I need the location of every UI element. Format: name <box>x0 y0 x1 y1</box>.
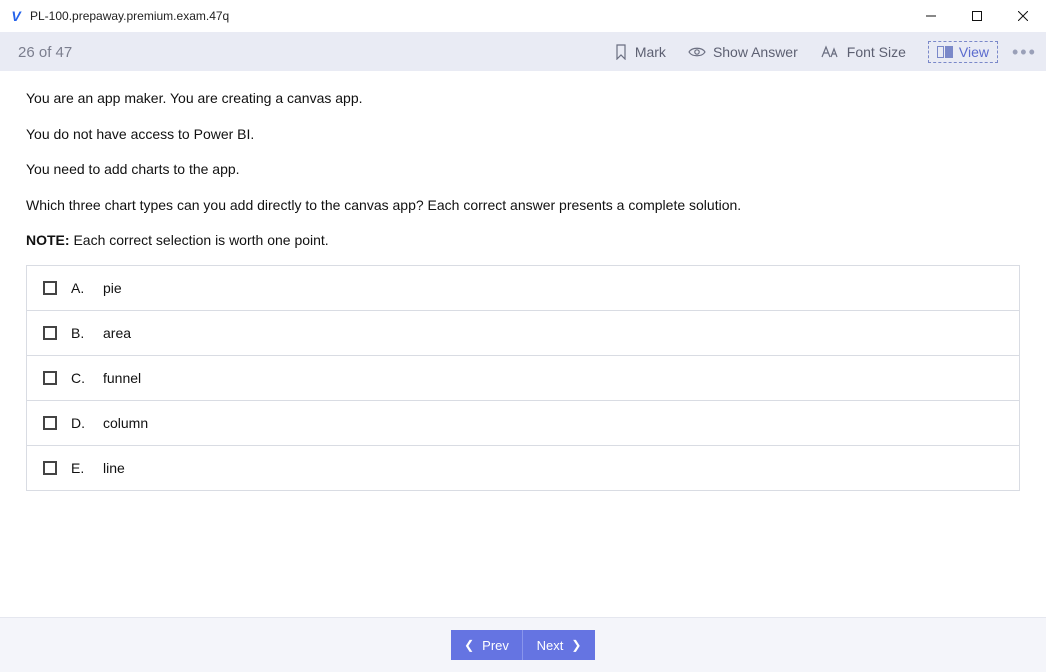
toolbar: 26 of 47 Mark Show Answer Font Size View… <box>0 32 1046 71</box>
footer-nav: ❮ Prev Next ❯ <box>0 617 1046 672</box>
font-size-button[interactable]: Font Size <box>820 44 906 60</box>
question-paragraph: You need to add charts to the app. <box>26 160 1020 180</box>
mark-label: Mark <box>635 44 666 60</box>
question-paragraph: You are an app maker. You are creating a… <box>26 89 1020 109</box>
eye-icon <box>688 46 706 58</box>
prev-label: Prev <box>482 638 509 653</box>
next-button[interactable]: Next ❯ <box>523 630 595 660</box>
question-position: 26 of 47 <box>18 44 72 61</box>
app-logo-icon: V <box>8 8 24 24</box>
next-label: Next <box>537 638 564 653</box>
checkbox-icon <box>43 326 57 340</box>
window-controls <box>908 0 1046 32</box>
answer-option-d[interactable]: D. column <box>27 401 1019 446</box>
answer-option-b[interactable]: B. area <box>27 311 1019 356</box>
answer-text: funnel <box>103 370 141 386</box>
checkbox-icon <box>43 416 57 430</box>
window-title: PL-100.prepaway.premium.exam.47q <box>30 9 229 23</box>
answers-list: A. pie B. area C. funnel D. column E. li… <box>26 265 1020 491</box>
note-label: NOTE: <box>26 232 70 248</box>
more-button[interactable]: ••• <box>1012 42 1036 63</box>
nav-button-group: ❮ Prev Next ❯ <box>451 630 595 660</box>
note-text: Each correct selection is worth one poin… <box>70 232 329 248</box>
checkbox-icon <box>43 281 57 295</box>
answer-option-e[interactable]: E. line <box>27 446 1019 490</box>
layout-icon <box>937 46 953 58</box>
view-label: View <box>959 44 989 60</box>
answer-option-a[interactable]: A. pie <box>27 266 1019 311</box>
question-note: NOTE: Each correct selection is worth on… <box>26 231 1020 251</box>
minimize-button[interactable] <box>908 0 954 32</box>
question-paragraph: Which three chart types can you add dire… <box>26 196 1020 216</box>
font-size-label: Font Size <box>847 44 906 60</box>
show-answer-button[interactable]: Show Answer <box>688 44 798 60</box>
answer-letter: C. <box>71 370 89 386</box>
prev-button[interactable]: ❮ Prev <box>451 630 523 660</box>
maximize-button[interactable] <box>954 0 1000 32</box>
view-button[interactable]: View <box>928 41 998 63</box>
answer-letter: B. <box>71 325 89 341</box>
close-button[interactable] <box>1000 0 1046 32</box>
answer-text: pie <box>103 280 122 296</box>
checkbox-icon <box>43 461 57 475</box>
ellipsis-icon: ••• <box>1012 42 1037 62</box>
question-paragraph: You do not have access to Power BI. <box>26 125 1020 145</box>
chevron-left-icon: ❮ <box>464 638 474 652</box>
show-answer-label: Show Answer <box>713 44 798 60</box>
answer-text: area <box>103 325 131 341</box>
checkbox-icon <box>43 371 57 385</box>
font-size-icon <box>820 45 840 59</box>
question-content: You are an app maker. You are creating a… <box>0 71 1046 617</box>
answer-letter: D. <box>71 415 89 431</box>
question-text: You are an app maker. You are creating a… <box>26 89 1020 251</box>
answer-option-c[interactable]: C. funnel <box>27 356 1019 401</box>
answer-text: line <box>103 460 125 476</box>
bookmark-icon <box>614 44 628 60</box>
titlebar: V PL-100.prepaway.premium.exam.47q <box>0 0 1046 32</box>
mark-button[interactable]: Mark <box>614 44 666 60</box>
answer-text: column <box>103 415 148 431</box>
chevron-right-icon: ❯ <box>571 638 581 652</box>
answer-letter: E. <box>71 460 89 476</box>
answer-letter: A. <box>71 280 89 296</box>
